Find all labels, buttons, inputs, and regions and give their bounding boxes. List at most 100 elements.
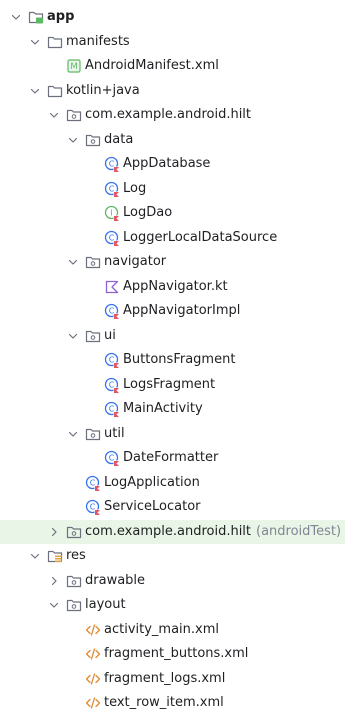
tree-item-appnavigatorimpl[interactable]: C AppNavigatorImpl — [0, 299, 345, 324]
tree-item-label: AndroidManifest.xml — [85, 58, 219, 74]
kotlin-class-icon: C — [85, 475, 101, 491]
tree-item-label: util — [104, 426, 125, 442]
package-icon — [85, 132, 101, 148]
module-folder-icon — [28, 9, 44, 25]
tree-item-androidmanifest-xml[interactable]: M AndroidManifest.xml — [0, 54, 345, 79]
xml-file-icon — [85, 671, 101, 687]
tree-item-text: DateFormatter — [123, 450, 219, 465]
tree-item-label: LogsFragment — [123, 377, 215, 393]
tree-item-label: com.example.android.hilt (androidTest) — [85, 524, 341, 540]
tree-item-text: AppDatabase — [123, 156, 211, 171]
tree-item-text: app — [47, 9, 75, 24]
tree-item-log[interactable]: C Log — [0, 177, 345, 202]
tree-item-text-row-item-xml[interactable]: text_row_item.xml — [0, 691, 345, 716]
tree-item-manifests[interactable]: manifests — [0, 30, 345, 55]
tree-item-label: navigator — [104, 254, 166, 270]
tree-item-label: AppDatabase — [123, 156, 210, 172]
chevron-right-icon[interactable] — [48, 526, 60, 538]
tree-item-com-example-android-hilt-androidtest[interactable]: com.example.android.hilt (androidTest) — [0, 519, 345, 544]
tree-item-res[interactable]: res — [0, 544, 345, 569]
package-icon — [85, 426, 101, 442]
chevron-down-icon[interactable] — [48, 599, 60, 611]
tree-item-logsfragment[interactable]: C LogsFragment — [0, 373, 345, 398]
chevron-down-icon[interactable] — [29, 85, 41, 97]
chevron-down-icon[interactable] — [67, 256, 79, 268]
chevron-down-icon[interactable] — [10, 11, 22, 23]
tree-item-logdao[interactable]: I LogDao — [0, 201, 345, 226]
tree-item-label: data — [104, 132, 133, 148]
tree-item-suffix: (androidTest) — [256, 523, 342, 539]
tree-item-com-example-android-hilt[interactable]: com.example.android.hilt — [0, 103, 345, 128]
tree-item-text: LogDao — [123, 205, 173, 220]
tree-item-label: DateFormatter — [123, 450, 218, 466]
tree-item-label: ui — [104, 328, 116, 344]
tree-item-label: com.example.android.hilt — [85, 107, 251, 123]
tree-item-logapplication[interactable]: C LogApplication — [0, 471, 345, 496]
tree-item-label: manifests — [66, 34, 130, 50]
package-icon — [66, 524, 82, 540]
xml-file-icon — [85, 695, 101, 711]
tree-item-fragment-buttons-xml[interactable]: fragment_buttons.xml — [0, 642, 345, 667]
tree-item-kotlin-java[interactable]: kotlin+java — [0, 79, 345, 104]
tree-item-fragment-logs-xml[interactable]: fragment_logs.xml — [0, 667, 345, 692]
tree-item-drawable[interactable]: drawable — [0, 569, 345, 594]
tree-item-loggerlocaldatasource[interactable]: C LoggerLocalDataSource — [0, 226, 345, 251]
resource-folder-icon — [47, 548, 63, 564]
chevron-down-icon[interactable] — [48, 109, 60, 121]
chevron-down-icon[interactable] — [67, 134, 79, 146]
kotlin-file-icon — [104, 279, 120, 295]
folder-icon — [47, 34, 63, 50]
tree-item-label: fragment_logs.xml — [104, 671, 225, 687]
kotlin-class-icon: C — [104, 450, 120, 466]
package-icon — [85, 328, 101, 344]
tree-item-label: Log — [123, 181, 146, 197]
folder-icon — [47, 83, 63, 99]
tree-item-label: AppNavigator.kt — [123, 279, 228, 295]
kotlin-class-icon: C — [104, 377, 120, 393]
tree-item-label: ButtonsFragment — [123, 352, 235, 368]
tree-item-navigator[interactable]: navigator — [0, 250, 345, 275]
tree-item-appdatabase[interactable]: C AppDatabase — [0, 152, 345, 177]
chevron-down-icon[interactable] — [29, 550, 41, 562]
tree-item-activity-main-xml[interactable]: activity_main.xml — [0, 618, 345, 643]
chevron-down-icon[interactable] — [67, 330, 79, 342]
package-icon — [66, 573, 82, 589]
tree-item-text: activity_main.xml — [104, 621, 220, 637]
tree-item-mainactivity[interactable]: C MainActivity — [0, 397, 345, 422]
chevron-right-icon[interactable] — [48, 575, 60, 587]
svg-text:I: I — [110, 209, 112, 218]
tree-item-dateformatter[interactable]: C DateFormatter — [0, 446, 345, 471]
tree-item-text: res — [66, 548, 86, 563]
chevron-down-icon[interactable] — [67, 428, 79, 440]
tree-item-data[interactable]: data — [0, 128, 345, 153]
package-icon — [66, 107, 82, 123]
tree-item-text: AndroidManifest.xml — [85, 58, 219, 73]
svg-text:M: M — [70, 62, 77, 72]
package-icon — [66, 597, 82, 613]
tree-item-appnavigator-kt[interactable]: AppNavigator.kt — [0, 275, 345, 300]
tree-item-text: fragment_logs.xml — [104, 670, 226, 686]
tree-item-layout[interactable]: layout — [0, 593, 345, 618]
tree-item-text: navigator — [104, 254, 167, 269]
tree-item-label: text_row_item.xml — [104, 695, 224, 711]
tree-item-text: AppNavigator.kt — [123, 278, 228, 294]
kotlin-class-icon: C — [104, 352, 120, 368]
xml-file-icon — [85, 646, 101, 662]
tree-item-text: text_row_item.xml — [104, 695, 224, 710]
tree-item-text: MainActivity — [123, 401, 203, 416]
tree-item-app[interactable]: app — [0, 5, 345, 30]
tree-item-text: data — [104, 131, 134, 147]
tree-item-label: fragment_buttons.xml — [104, 646, 248, 662]
tree-item-text: util — [104, 425, 125, 441]
tree-item-buttonsfragment[interactable]: C ButtonsFragment — [0, 348, 345, 373]
tree-item-servicelocator[interactable]: C ServiceLocator — [0, 495, 345, 520]
tree-item-util[interactable]: util — [0, 422, 345, 447]
tree-item-label: activity_main.xml — [104, 622, 219, 638]
manifest-icon: M — [66, 58, 82, 74]
tree-item-text: ui — [104, 327, 116, 343]
tree-item-text: ServiceLocator — [104, 499, 201, 514]
tree-item-ui[interactable]: ui — [0, 324, 345, 349]
chevron-down-icon[interactable] — [29, 36, 41, 48]
kotlin-class-icon: C — [104, 156, 120, 172]
tree-item-label: layout — [85, 597, 126, 613]
